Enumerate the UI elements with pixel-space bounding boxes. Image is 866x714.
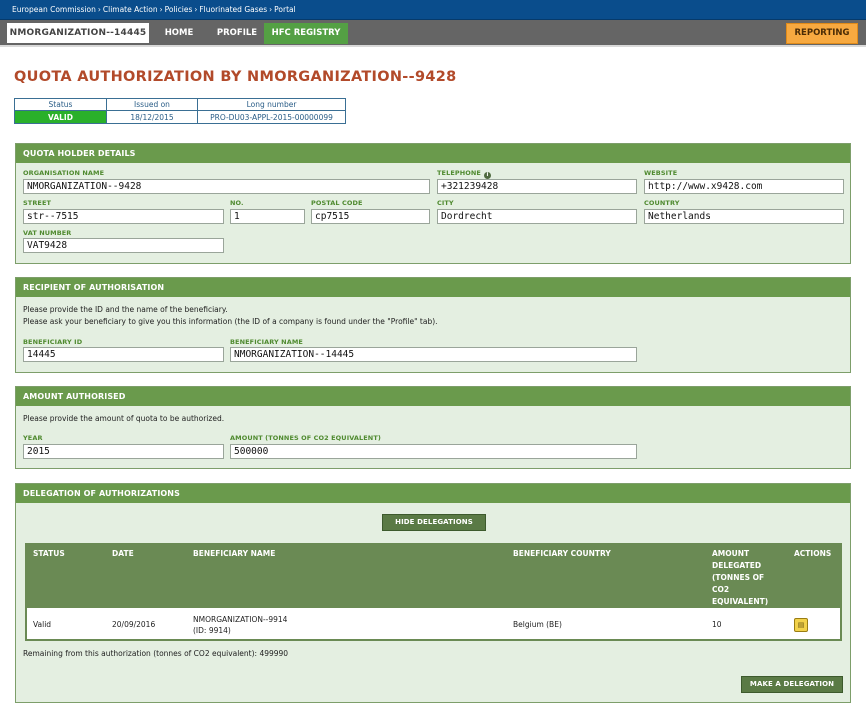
row-beneficiary-id: (ID: 9914) xyxy=(193,625,231,635)
delegation-panel: DELEGATION OF AUTHORIZATIONS HIDE DELEGA… xyxy=(15,483,851,703)
column-header-actions: ACTIONS xyxy=(788,544,841,608)
recipient-panel: RECIPIENT OF AUTHORISATION Please provid… xyxy=(15,277,851,373)
long-number-value: PRO-DU03-APPL-2015-00000099 xyxy=(197,110,346,124)
recipient-heading: RECIPIENT OF AUTHORISATION xyxy=(16,278,850,297)
column-header-status: STATUS xyxy=(26,544,106,608)
chevron-right-icon: › xyxy=(269,5,273,14)
table-row: Valid 20/09/2016 NMORGANIZATION--9914 (I… xyxy=(26,608,841,640)
amount-header-line: CO2 xyxy=(712,585,730,594)
chevron-right-icon: › xyxy=(97,5,101,14)
amount-heading: AMOUNT AUTHORISED xyxy=(16,387,850,406)
info-icon[interactable]: i xyxy=(483,172,491,179)
telephone-label-text: TELEPHONE xyxy=(437,169,481,177)
status-badge: VALID xyxy=(14,110,107,124)
amount-header-line: AMOUNT xyxy=(712,549,750,558)
beneficiary-id-label: BENEFICIARY ID xyxy=(23,338,83,346)
row-beneficiary-country: Belgium (BE) xyxy=(507,608,706,640)
amount-field[interactable]: 500000 xyxy=(230,444,637,459)
document-icon[interactable]: ▤ xyxy=(794,617,808,632)
street-field[interactable]: str--7515 xyxy=(23,209,224,224)
quota-holder-heading: QUOTA HOLDER DETAILS xyxy=(16,144,850,163)
delegation-heading: DELEGATION OF AUTHORIZATIONS xyxy=(16,484,850,503)
nav-home[interactable]: HOME xyxy=(156,23,202,43)
city-field[interactable]: Dordrecht xyxy=(437,209,637,224)
city-label: CITY xyxy=(437,199,454,207)
row-beneficiary-name-text: NMORGANIZATION--9914 xyxy=(193,614,288,624)
amount-header-line: EQUIVALENT) xyxy=(712,597,769,606)
beneficiary-name-label: BENEFICIARY NAME xyxy=(230,338,303,346)
delegations-table: STATUS DATE BENEFICIARY NAME BENEFICIARY… xyxy=(25,543,842,641)
issued-on-value: 18/12/2015 xyxy=(106,110,198,124)
make-delegation-button[interactable]: MAKE A DELEGATION xyxy=(741,676,843,693)
number-label: NO. xyxy=(230,199,244,207)
row-date: 20/09/2016 xyxy=(106,608,187,640)
column-header-date: DATE xyxy=(106,544,187,608)
row-amount: 10 xyxy=(706,608,788,640)
country-field[interactable]: Netherlands xyxy=(644,209,844,224)
chevron-right-icon: › xyxy=(159,5,163,14)
nav-hfc-registry[interactable]: HFC REGISTRY xyxy=(264,23,348,44)
row-beneficiary-name: NMORGANIZATION--9914 (ID: 9914) xyxy=(187,608,507,640)
telephone-field[interactable]: +321239428 xyxy=(437,179,637,194)
org-name-label: ORGANISATION NAME xyxy=(23,169,105,177)
website-field[interactable]: http://www.x9428.com xyxy=(644,179,844,194)
breadcrumb-link[interactable]: Fluorinated Gases xyxy=(199,5,267,14)
chevron-right-icon: › xyxy=(194,5,198,14)
postal-code-label: POSTAL CODE xyxy=(311,199,363,207)
website-label: WEBSITE xyxy=(644,169,678,177)
recipient-instructions-2: Please ask your beneficiary to give you … xyxy=(23,317,438,326)
issued-on-header: Issued on xyxy=(106,98,198,111)
main-nav: NMORGANIZATION--14445 HOME PROFILE HFC R… xyxy=(0,20,866,47)
amount-panel: AMOUNT AUTHORISED Please provide the amo… xyxy=(15,386,851,469)
column-header-beneficiary-name: BENEFICIARY NAME xyxy=(187,544,507,608)
nav-profile[interactable]: PROFILE xyxy=(210,23,264,43)
recipient-instructions-1: Please provide the ID and the name of th… xyxy=(23,305,228,314)
status-header: Status xyxy=(48,100,73,109)
amount-header-line: (TONNES OF xyxy=(712,573,765,582)
status-table: Status Issued on Long number VALID 18/12… xyxy=(14,98,346,124)
beneficiary-id-field[interactable]: 14445 xyxy=(23,347,224,362)
remaining-text: Remaining from this authorization (tonne… xyxy=(23,649,289,658)
vat-field[interactable]: VAT9428 xyxy=(23,238,224,253)
row-actions: ▤ xyxy=(788,608,841,640)
vat-label: VAT NUMBER xyxy=(23,229,72,237)
row-status: Valid xyxy=(26,608,106,640)
hide-delegations-button[interactable]: HIDE DELEGATIONS xyxy=(382,514,486,531)
amount-label: AMOUNT (TONNES OF CO2 EQUIVALENT) xyxy=(230,434,381,442)
breadcrumb-link[interactable]: European Commission xyxy=(12,5,96,14)
beneficiary-name-field[interactable]: NMORGANIZATION--14445 xyxy=(230,347,637,362)
org-name-field[interactable]: NMORGANIZATION--9428 xyxy=(23,179,430,194)
amount-header-line: DELEGATED xyxy=(712,561,762,570)
column-header-amount-delegated: AMOUNT DELEGATED (TONNES OF CO2 EQUIVALE… xyxy=(706,544,788,608)
street-label: STREET xyxy=(23,199,52,207)
top-bar: European Commission › Climate Action › Polic… xyxy=(0,0,866,20)
postal-code-field[interactable]: cp7515 xyxy=(311,209,430,224)
organization-tab[interactable]: NMORGANIZATION--14445 xyxy=(7,23,149,43)
breadcrumb-link[interactable]: Portal xyxy=(274,5,296,14)
nav-reporting[interactable]: REPORTING xyxy=(786,23,858,44)
telephone-label: TELEPHONE i xyxy=(437,169,491,179)
breadcrumb: European Commission › Climate Action › Polic… xyxy=(12,5,296,14)
breadcrumb-link[interactable]: Climate Action xyxy=(103,5,158,14)
column-header-beneficiary-country: BENEFICIARY COUNTRY xyxy=(507,544,706,608)
quota-holder-panel: QUOTA HOLDER DETAILS ORGANISATION NAME N… xyxy=(15,143,851,264)
year-label: YEAR xyxy=(23,434,43,442)
number-field[interactable]: 1 xyxy=(230,209,305,224)
long-number-header: Long number xyxy=(197,98,346,111)
page-title: QUOTA AUTHORIZATION BY NMORGANIZATION--9… xyxy=(14,69,457,85)
amount-instructions: Please provide the amount of quota to be… xyxy=(23,414,225,423)
breadcrumb-link[interactable]: Policies xyxy=(165,5,193,14)
year-field[interactable]: 2015 xyxy=(23,444,224,459)
country-label: COUNTRY xyxy=(644,199,680,207)
table-header-row: STATUS DATE BENEFICIARY NAME BENEFICIARY… xyxy=(26,544,841,608)
